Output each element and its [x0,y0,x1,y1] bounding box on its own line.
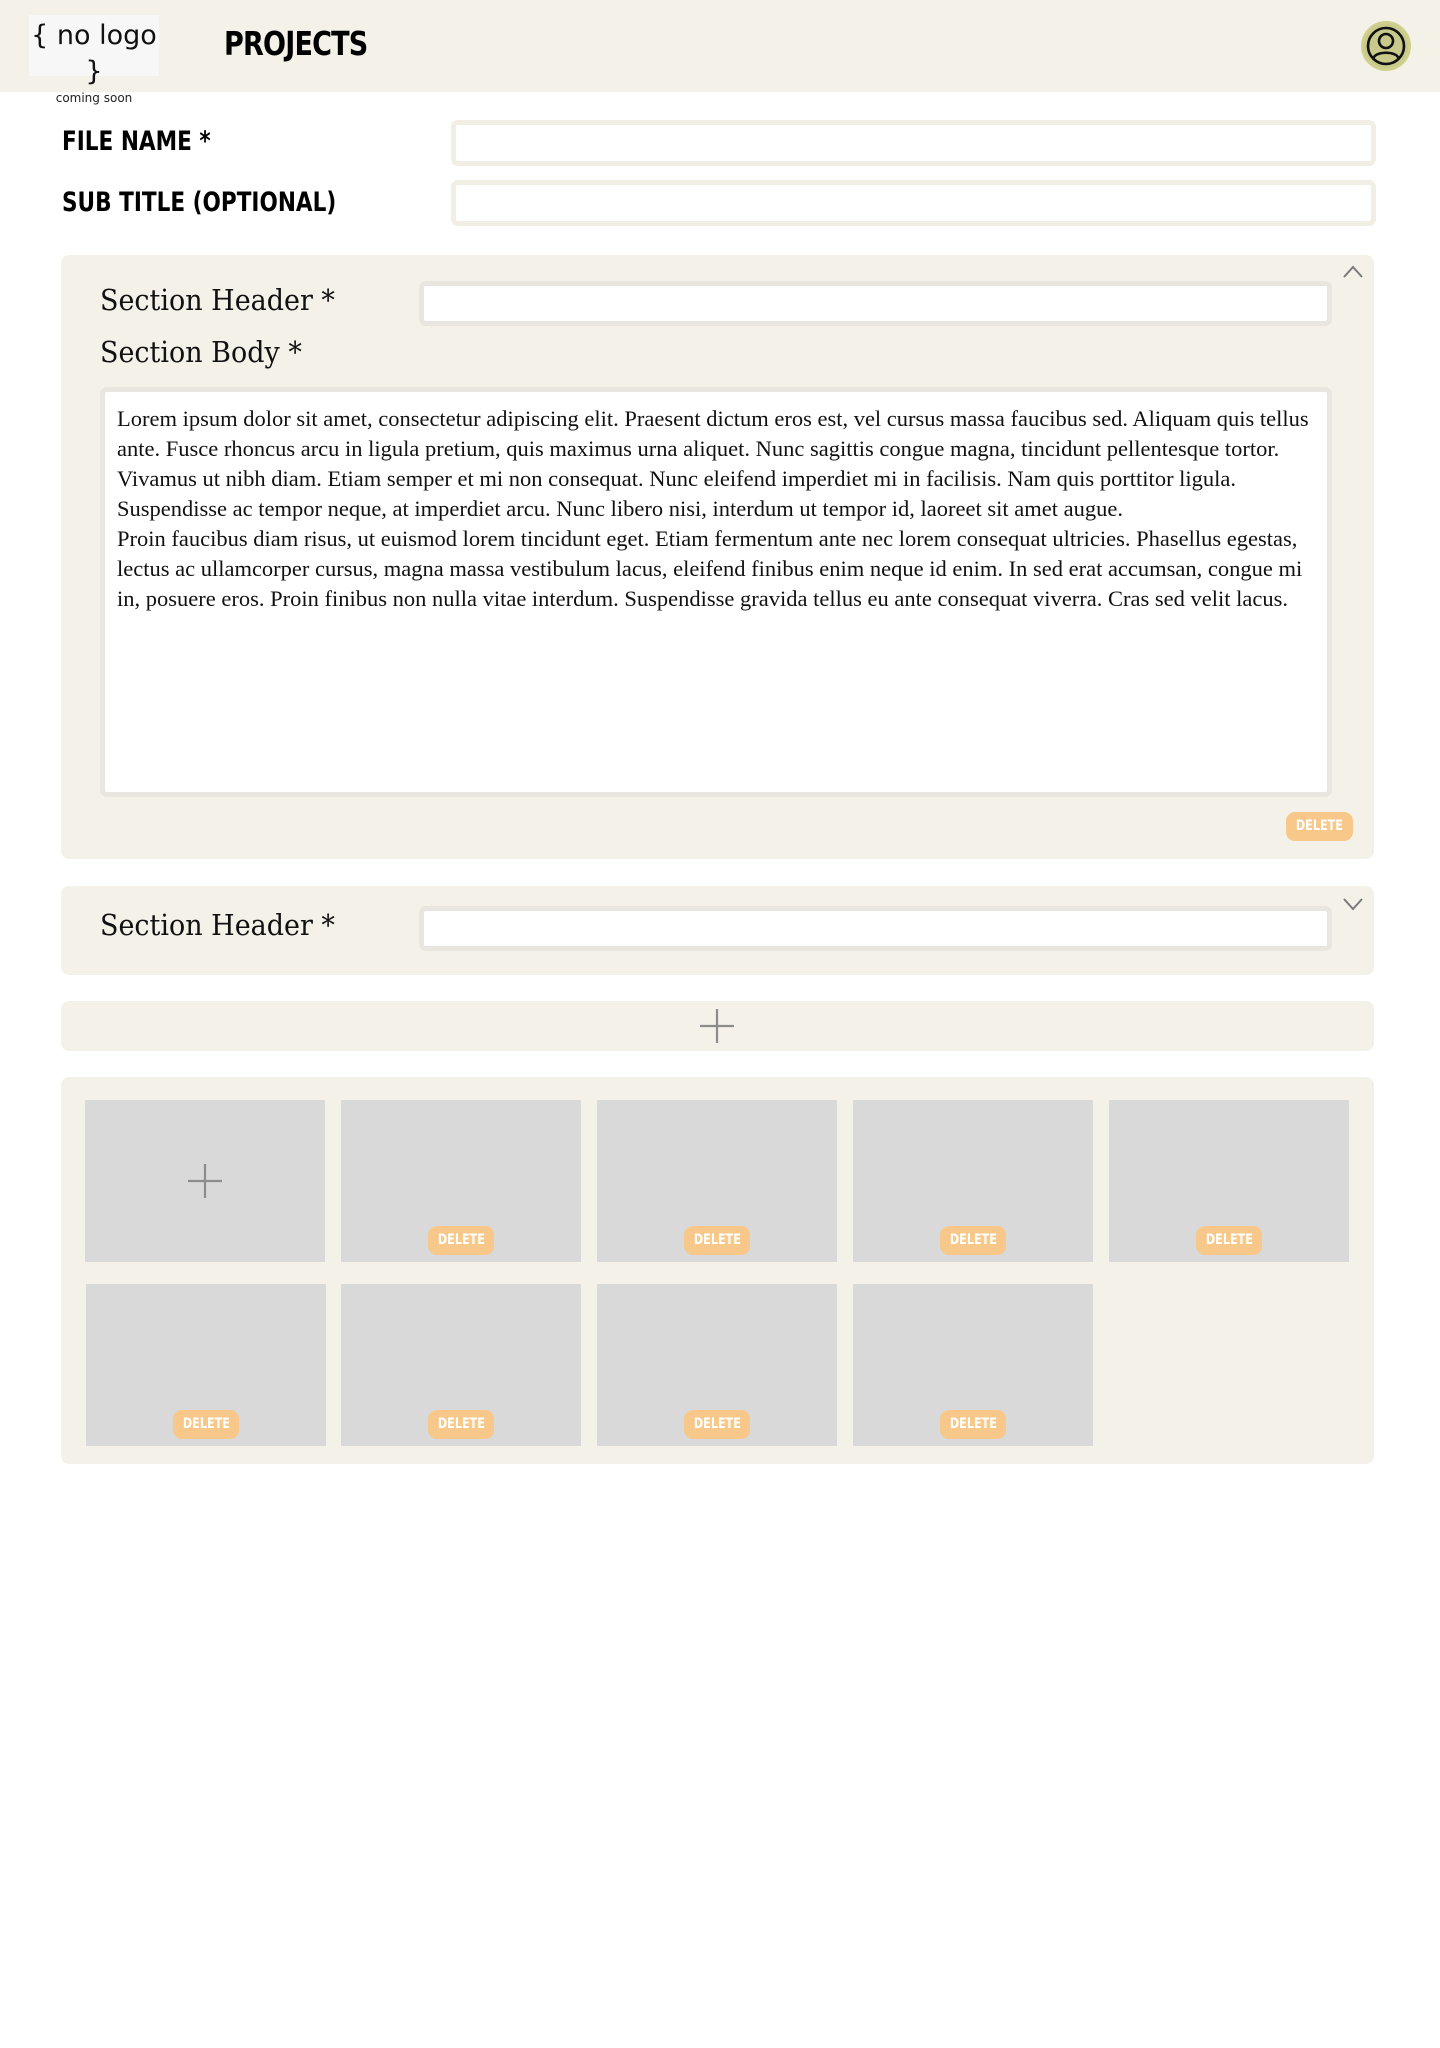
section-header-input[interactable] [419,281,1332,326]
plus-icon [188,1164,222,1198]
file-name-label: FILE NAME * [62,126,211,157]
user-circle-icon [1366,26,1406,66]
section-body-label: Section Body * [100,335,302,369]
delete-image-label: DELETE [437,1416,485,1432]
logo-text: { no logo } [31,20,157,87]
delete-image-button[interactable]: DELETE [428,1410,494,1439]
delete-image-label: DELETE [949,1232,997,1248]
delete-image-label: DELETE [182,1416,230,1432]
delete-image-button[interactable]: DELETE [940,1410,1006,1439]
delete-image-button[interactable]: DELETE [940,1226,1006,1255]
chevron-down-icon[interactable] [1341,895,1365,913]
delete-image-label: DELETE [693,1232,741,1248]
delete-image-label: DELETE [437,1232,485,1248]
section-header-input-2[interactable] [419,906,1332,951]
delete-image-button[interactable]: DELETE [684,1226,750,1255]
chevron-up-icon[interactable] [1341,263,1365,281]
delete-image-button[interactable]: DELETE [428,1226,494,1255]
delete-image-label: DELETE [949,1416,997,1432]
image-tile[interactable]: DELETE [597,1284,837,1446]
delete-image-label: DELETE [693,1416,741,1432]
user-avatar-button[interactable] [1361,21,1411,71]
image-tile[interactable]: DELETE [341,1284,581,1446]
image-gallery: DELETE DELETE DELETE DELETE DELETE DELET… [61,1077,1374,1464]
image-tile[interactable]: DELETE [86,1284,326,1446]
delete-section-label: DELETE [1295,818,1344,834]
delete-image-button[interactable]: DELETE [173,1410,239,1439]
delete-section-button[interactable]: DELETE [1286,812,1353,841]
delete-image-label: DELETE [1205,1232,1253,1248]
subtitle-label: SUB TITLE (OPTIONAL) [62,187,337,218]
image-tile[interactable]: DELETE [1109,1100,1349,1262]
logo-placeholder[interactable]: { no logo } coming soon [29,15,159,105]
add-section-button[interactable] [61,1001,1374,1051]
section-body-textarea[interactable]: Lorem ipsum dolor sit amet, consectetur … [100,387,1332,797]
image-tile[interactable]: DELETE [853,1100,1093,1262]
plus-icon [700,1009,734,1043]
image-tile[interactable]: DELETE [341,1100,581,1262]
section-header-label-2: Section Header * [100,908,335,942]
page-title: PROJECTS [224,24,368,63]
add-image-tile[interactable] [85,1100,325,1262]
section-header-label: Section Header * [100,283,335,317]
top-bar: { no logo } coming soon PROJECTS [0,0,1440,105]
delete-image-button[interactable]: DELETE [684,1410,750,1439]
subtitle-input[interactable] [451,180,1376,226]
delete-image-button[interactable]: DELETE [1196,1226,1262,1255]
file-name-input[interactable] [451,120,1376,166]
image-tile[interactable]: DELETE [853,1284,1093,1446]
logo-subtext: coming soon [55,91,133,105]
image-tile[interactable]: DELETE [597,1100,837,1262]
